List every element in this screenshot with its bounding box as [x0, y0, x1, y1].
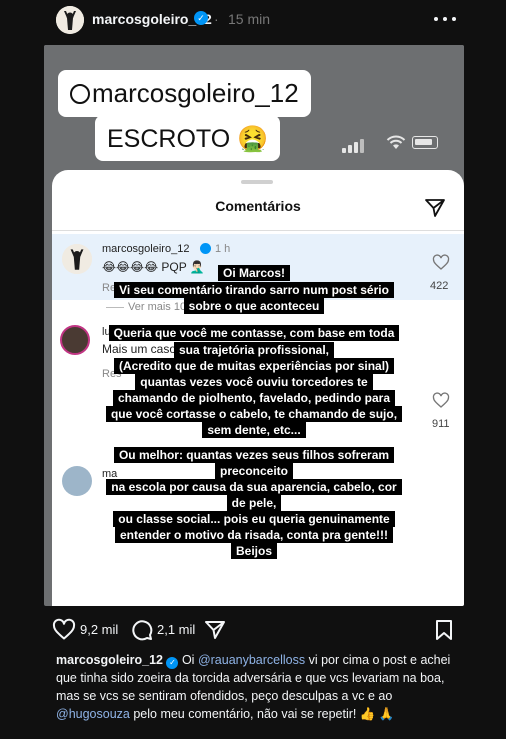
- message-line: sem dente, etc...: [44, 421, 464, 439]
- message-line-text: sua trajetória profissional,: [173, 342, 335, 358]
- message-line-text: Beijos: [230, 543, 277, 559]
- more-options-button[interactable]: [432, 8, 458, 30]
- message-line-text: preconceito: [214, 463, 293, 479]
- post-media[interactable]: marcosgoleiro_12 ESCROTO 🤮 Comentários m…: [44, 45, 464, 606]
- caption-mention-link[interactable]: @hugosouza: [56, 707, 130, 721]
- message-line-text: (Acredito que de muitas experiências por…: [113, 358, 395, 374]
- separator-dot: ·: [214, 11, 219, 27]
- message-line-text: Vi seu comentário tirando sarro num post…: [114, 282, 394, 298]
- message-line-text: que você cortasse o cabelo, te chamando …: [105, 406, 403, 422]
- comment-count: 2,1 mil: [157, 622, 196, 637]
- message-line-text: entender o motivo da risada, conta pra g…: [114, 527, 394, 543]
- verified-badge-icon: ✓: [194, 11, 208, 25]
- message-line-text: de pele,: [226, 495, 282, 511]
- share-button[interactable]: [203, 618, 227, 642]
- message-line-text: Queria que você me contasse, com base em…: [108, 325, 400, 341]
- post-header: marcosgoleiro_12 ✓ · 15 min: [0, 0, 506, 40]
- message-line-text: sobre o que aconteceu: [183, 298, 325, 314]
- message-line-text: chamando de piolhento, favelado, pedindo…: [112, 390, 396, 406]
- more-dot-icon: [443, 17, 447, 21]
- avatar[interactable]: [56, 6, 84, 34]
- more-dot-icon: [452, 17, 456, 21]
- action-bar: 9,2 mil 2,1 mil: [0, 615, 506, 645]
- message-line-text: ou classe social... pois eu queria genui…: [113, 511, 395, 527]
- save-button[interactable]: [434, 618, 454, 642]
- more-dot-icon: [434, 17, 438, 21]
- message-line-text: quantas vezes você ouviu torcedores te: [135, 374, 373, 390]
- message-line-text: Ou melhor: quantas vezes seus filhos sof…: [113, 447, 395, 463]
- like-count: 9,2 mil: [80, 622, 119, 637]
- message-line-text: Oi Marcos!: [217, 265, 290, 281]
- message-line: sobre o que aconteceu: [44, 297, 464, 315]
- caption-text: Oi: [178, 653, 198, 667]
- caption-mention-link[interactable]: @rauanybarcelloss: [198, 653, 305, 667]
- message-line: Queria que você me contasse, com base em…: [44, 324, 464, 342]
- like-button[interactable]: [52, 618, 76, 642]
- message-line-text: na escola por causa da sua aparencia, ca…: [106, 479, 402, 495]
- message-overlay: Oi Marcos! Vi seu comentário tirando sarr…: [44, 45, 464, 606]
- message-line: Beijos: [44, 542, 464, 560]
- caption-username[interactable]: marcosgoleiro_12: [56, 653, 163, 667]
- message-line: Oi Marcos!: [44, 264, 464, 282]
- message-line-text: sem dente, etc...: [202, 422, 306, 438]
- caption-text: pelo meu comentário, não vai se repetir!…: [129, 707, 395, 721]
- comment-button[interactable]: [130, 618, 154, 642]
- avatar-figure-icon: [56, 6, 84, 34]
- post-caption: marcosgoleiro_12 ✓ Oi @rauanybarcelloss …: [56, 651, 456, 723]
- verified-badge-icon: ✓: [166, 657, 179, 669]
- post-time: 15 min: [228, 11, 271, 27]
